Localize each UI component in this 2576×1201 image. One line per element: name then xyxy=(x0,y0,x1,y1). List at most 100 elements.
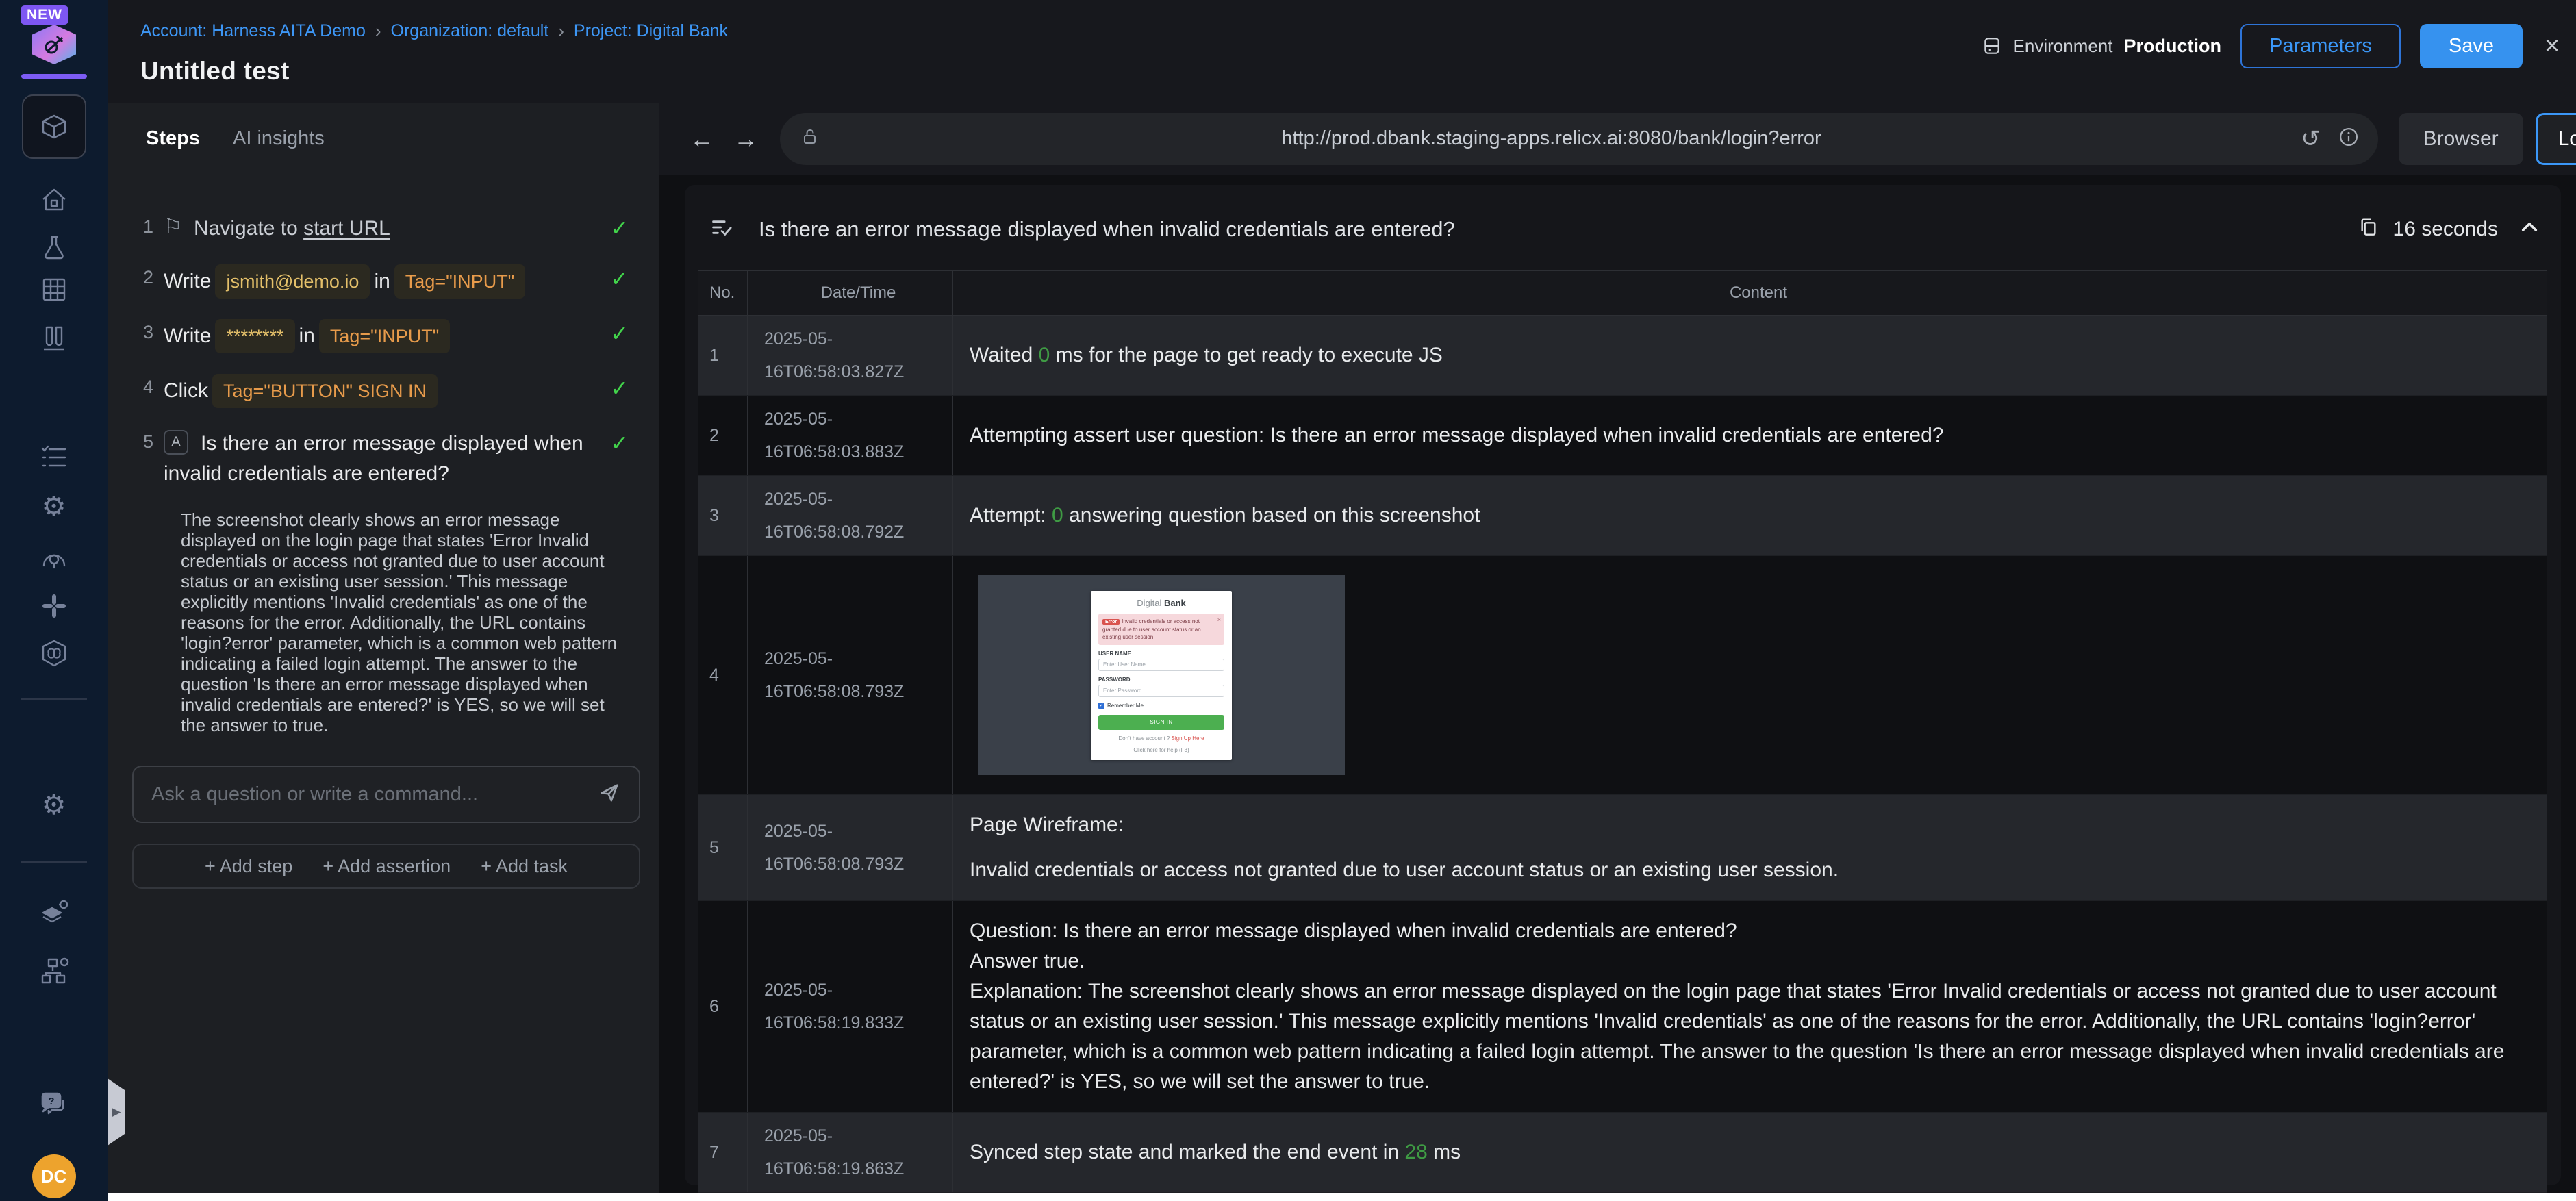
org-chart-gear-icon xyxy=(41,957,68,984)
step-success-check-icon: ✓ xyxy=(610,216,629,240)
add-assertion-button[interactable]: + Add assertion xyxy=(323,856,451,877)
environment-label: Environment xyxy=(2012,35,2113,56)
assert-list-icon xyxy=(709,215,734,243)
table-header-row: No. Date/Time Content xyxy=(698,271,2547,316)
step-duration: 16 seconds xyxy=(2392,217,2498,240)
close-icon[interactable]: × xyxy=(2545,31,2565,61)
step-number: 2 xyxy=(143,267,154,288)
mini-alert-close-icon: × xyxy=(1217,616,1221,623)
sidebar-item-project-settings[interactable]: ⚙ xyxy=(22,773,86,837)
sidebar-item-pipelines[interactable] xyxy=(22,621,86,685)
column-header-content: Content xyxy=(1729,283,1788,302)
step-row-2[interactable]: 2 Write jsmith@demo.io in Tag="INPUT" ✓ xyxy=(143,264,629,299)
parameters-button[interactable]: Parameters xyxy=(2240,23,2401,68)
row-datetime: 2025-05- 16T06:58:03.883Z xyxy=(748,396,953,475)
assertion-explanation: The screenshot clearly shows an error me… xyxy=(181,509,618,735)
row-content: Digital Bank Error Invalid credentials or… xyxy=(953,556,2547,794)
breadcrumb-organization[interactable]: Organization: default xyxy=(391,21,549,41)
step-verb: Click xyxy=(164,379,208,402)
harness-aita-logo-icon xyxy=(32,25,76,64)
row-number: 5 xyxy=(698,795,748,900)
new-badge: NEW xyxy=(21,5,68,25)
selector-chip: Tag="BUTTON" SIGN IN xyxy=(212,374,438,408)
test-tubes-icon xyxy=(43,326,64,351)
mini-checkbox-icon: ✓ xyxy=(1098,702,1104,709)
breadcrumb-project[interactable]: Project: Digital Bank xyxy=(574,21,728,41)
row-number: 7 xyxy=(698,1113,748,1192)
environment-value: Production xyxy=(2123,35,2222,56)
back-arrow-icon[interactable]: ← xyxy=(680,125,724,153)
cube-icon xyxy=(42,114,66,139)
row-number: 1 xyxy=(698,316,748,395)
avatar-initials: DC xyxy=(40,1165,67,1187)
tab-ai-insights[interactable]: AI insights xyxy=(233,127,325,150)
chevron-up-icon[interactable] xyxy=(2518,216,2540,242)
log-table-body: 1 2025-05- 16T06:58:03.827Z Waited 0 ms for… xyxy=(698,316,2547,1201)
command-input[interactable] xyxy=(151,783,598,806)
table-row: 5 2025-05- 16T06:58:08.793Z Page Wireframe:… xyxy=(698,795,2547,901)
info-icon[interactable] xyxy=(2338,127,2359,151)
logs-view-button[interactable]: Lo xyxy=(2535,112,2576,165)
row-number: 2 xyxy=(698,396,748,475)
add-task-button[interactable]: + Add task xyxy=(481,856,568,877)
row-content: Attempt: 0 answering question based on t… xyxy=(970,504,1480,527)
table-row: 7 2025-05- 16T06:58:19.863Z Synced step sta… xyxy=(698,1113,2547,1193)
mini-help-link: Click here for help (F3) xyxy=(1133,746,1189,753)
breadcrumb-account[interactable]: Account: Harness AITA Demo xyxy=(140,21,366,41)
command-input-box xyxy=(132,766,640,823)
checklist-icon xyxy=(41,445,66,467)
table-row: 6 2025-05- 16T06:58:19.833Z Question: Is th… xyxy=(698,901,2547,1113)
assertion-question: Is there an error message displayed when… xyxy=(164,432,583,485)
svg-text:?: ? xyxy=(48,1096,54,1107)
row-content: Waited 0 ms for the page to get ready to… xyxy=(970,344,1443,366)
save-button[interactable]: Save xyxy=(2419,23,2523,68)
step-row-4[interactable]: 4 Click Tag="BUTTON" SIGN IN ✓ xyxy=(143,374,629,408)
add-step-button[interactable]: + Add step xyxy=(205,856,292,877)
mini-login-card: Digital Bank Error Invalid credentials or… xyxy=(1091,590,1232,760)
step-success-check-icon: ✓ xyxy=(610,431,629,455)
refresh-icon[interactable]: ↺ xyxy=(2301,125,2321,153)
breadcrumb-separator: › xyxy=(375,21,381,41)
copy-icon[interactable] xyxy=(2358,216,2379,242)
mini-username-label: USER NAME xyxy=(1098,650,1132,657)
mini-brand: Digital Bank xyxy=(1137,597,1186,608)
tab-steps[interactable]: Steps xyxy=(146,127,200,150)
user-avatar[interactable]: DC xyxy=(31,1154,76,1198)
sidebar-item-test-module[interactable] xyxy=(21,94,86,159)
table-row: 2 2025-05- 16T06:58:03.883Z Attempting asse… xyxy=(698,396,2547,476)
breadcrumb: Account: Harness AITA Demo › Organizatio… xyxy=(140,21,728,42)
step-success-check-icon: ✓ xyxy=(610,321,629,346)
row-datetime: 2025-05- 16T06:58:08.793Z xyxy=(748,556,953,794)
step-row-1[interactable]: 1 ⚐ Navigate to start URL ✓ xyxy=(143,214,629,244)
sidebar-item-help[interactable]: ? xyxy=(22,1072,86,1136)
footer-strip xyxy=(108,1193,2576,1201)
forward-arrow-icon[interactable]: → xyxy=(724,125,768,153)
step-number: 4 xyxy=(143,377,154,397)
start-url-link[interactable]: start URL xyxy=(303,217,390,240)
sidebar-item-org-settings[interactable] xyxy=(22,939,86,1003)
slack-icon xyxy=(42,594,66,618)
screenshot-thumbnail[interactable]: Digital Bank Error Invalid credentials or… xyxy=(978,575,1345,775)
step-row-3[interactable]: 3 Write ******** in Tag="INPUT" ✓ xyxy=(143,319,629,353)
sidebar-item-test-suites[interactable] xyxy=(22,305,86,370)
send-icon[interactable] xyxy=(598,781,621,808)
row-content: Question: Is there an error message disp… xyxy=(970,920,2505,1093)
sidebar-item-layers-settings[interactable] xyxy=(22,881,86,945)
step-conn: in xyxy=(299,325,315,347)
log-area: Is there an error message displayed when… xyxy=(659,175,2576,1201)
topbar: Account: Harness AITA Demo › Organizatio… xyxy=(108,0,2576,103)
breadcrumb-separator: › xyxy=(558,21,564,41)
mini-signup-link: Sign Up Here xyxy=(1171,735,1204,742)
step-verb: Write xyxy=(164,325,212,347)
step-number: 3 xyxy=(143,322,154,342)
mini-signin-button: SIGN IN xyxy=(1098,714,1224,730)
value-chip: ******** xyxy=(215,319,295,353)
column-header-no: No. xyxy=(698,271,748,315)
address-bar[interactable]: http://prod.dbank.staging-apps.relicx.ai… xyxy=(780,112,2378,165)
log-step-question: Is there an error message displayed when… xyxy=(759,216,1455,241)
environment-selector[interactable]: Environment Production xyxy=(1982,36,2221,57)
mini-password-input: Enter Password xyxy=(1098,684,1224,697)
step-row-5[interactable]: 5 A Is there an error message displayed w… xyxy=(143,429,629,489)
browser-view-button[interactable]: Browser xyxy=(2398,112,2523,165)
steps-panel: Steps AI insights 1 ⚐ Navigate to start … xyxy=(108,103,659,1193)
